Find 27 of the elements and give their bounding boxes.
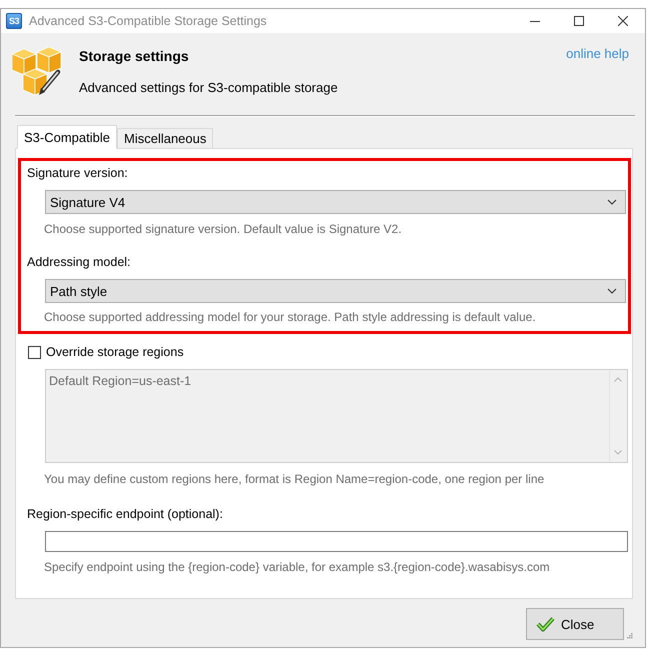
hint-text: Choose supported addressing model for your storage. Path style addressing is default value. <box>44 309 536 325</box>
close-icon[interactable] <box>618 16 628 26</box>
hint-text: Specify endpoint using the {region-code} variable, for example s3.{region-code}.wasabisys.com <box>44 559 550 575</box>
chevron-down-icon <box>607 288 617 294</box>
window-title: Advanced S3-Compatible Storage Settings <box>29 14 267 28</box>
endpoint-input[interactable] <box>45 531 628 552</box>
cubes-pencil-icon <box>12 46 62 96</box>
minimize-icon[interactable] <box>530 20 540 22</box>
dropdown[interactable]: Path style <box>45 279 626 303</box>
dropdown[interactable]: Signature V4 <box>45 190 626 214</box>
hint-text: Choose supported signature version. Default value is Signature V2. <box>44 221 402 237</box>
checkbox-label[interactable]: Override storage regions <box>46 345 184 359</box>
close-button[interactable]: Close <box>526 608 624 640</box>
header-subtitle: Advanced settings for S3-compatible storage <box>79 79 338 97</box>
maximize-icon[interactable] <box>574 16 584 26</box>
tab[interactable]: S3-Compatible <box>17 125 117 149</box>
header-title: Storage settings <box>79 47 190 65</box>
check-icon <box>536 616 555 632</box>
field-label: Signature version: <box>26 165 128 181</box>
chevron-down-icon <box>607 199 617 205</box>
field-label: Region-specific endpoint (optional): <box>26 506 223 522</box>
field-label: Addressing model: <box>26 254 131 270</box>
hint-text: You may define custom regions here, format is Region Name=region-code, one region per line <box>44 471 544 487</box>
tab[interactable]: Miscellaneous <box>117 128 214 148</box>
resize-grip-icon[interactable] <box>626 632 633 639</box>
app-icon: S3 <box>6 13 22 29</box>
checkbox[interactable] <box>28 346 41 358</box>
